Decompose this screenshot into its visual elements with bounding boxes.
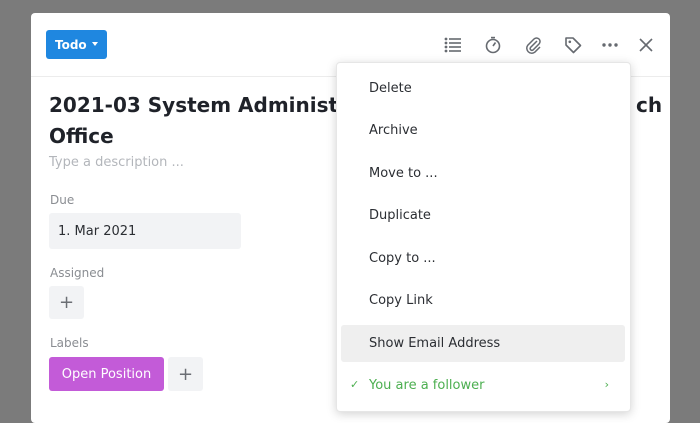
- add-label-button[interactable]: +: [168, 357, 203, 391]
- more-icon[interactable]: [598, 33, 622, 57]
- description-input[interactable]: Type a description ...: [49, 155, 184, 170]
- menu-item-follow-toggle[interactable]: ✓ You are a follower ›: [341, 367, 625, 404]
- labels-label: Labels: [50, 336, 89, 350]
- status-dropdown-button[interactable]: Todo: [46, 30, 107, 59]
- status-label: Todo: [55, 37, 87, 52]
- menu-item-archive[interactable]: Archive: [341, 112, 625, 149]
- plus-icon: +: [58, 292, 75, 313]
- assigned-label: Assigned: [50, 266, 105, 280]
- close-icon[interactable]: [634, 33, 658, 57]
- label-chip-open-position[interactable]: Open Position: [49, 357, 164, 391]
- menu-item-move-to[interactable]: Move to ...: [341, 155, 625, 192]
- menu-item-copy-link[interactable]: Copy Link: [341, 282, 625, 319]
- due-label: Due: [50, 193, 75, 207]
- card-title-line1: 2021-03 System Administrat: [49, 93, 372, 117]
- menu-item-copy-to[interactable]: Copy to ...: [341, 240, 625, 277]
- card-actions-menu: Delete Archive Move to ... Duplicate Cop…: [336, 62, 631, 412]
- caret-down-icon: [92, 42, 98, 46]
- checklist-icon[interactable]: [441, 33, 465, 57]
- menu-item-delete[interactable]: Delete: [341, 70, 625, 107]
- card-title-line2: Office: [49, 124, 114, 148]
- due-date-field[interactable]: 1. Mar 2021: [49, 213, 241, 249]
- timer-icon[interactable]: [481, 33, 505, 57]
- menu-item-duplicate[interactable]: Duplicate: [341, 197, 625, 234]
- plus-icon: +: [177, 363, 194, 385]
- menu-item-show-email-address[interactable]: Show Email Address: [341, 325, 625, 362]
- add-assignee-button[interactable]: +: [49, 286, 84, 319]
- attachment-icon[interactable]: [521, 33, 545, 57]
- chevron-right-icon: ›: [604, 378, 609, 391]
- follow-label: You are a follower: [369, 378, 485, 393]
- card-title-tail: ch: [636, 93, 663, 117]
- tag-icon[interactable]: [561, 33, 585, 57]
- check-icon: ✓: [350, 378, 360, 391]
